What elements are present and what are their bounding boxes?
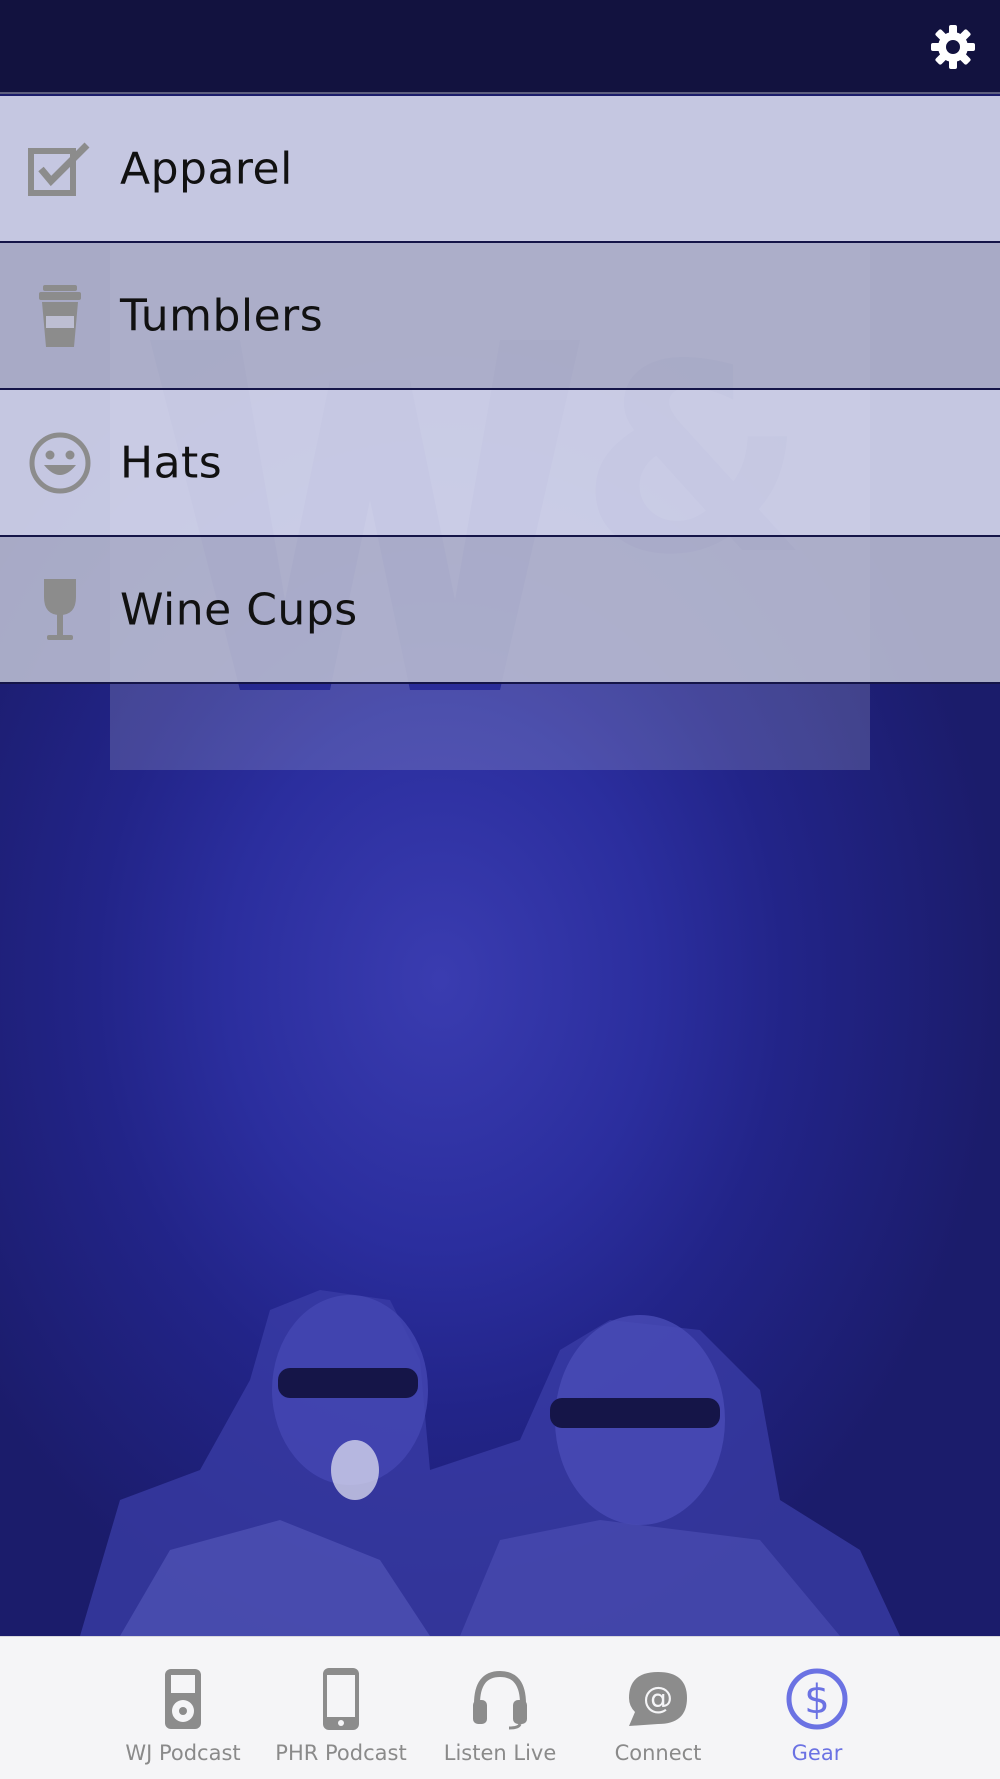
svg-text:$: $	[804, 1677, 829, 1723]
coffee-cup-icon	[24, 280, 96, 352]
wine-glass-icon	[24, 574, 96, 646]
headphones-icon	[464, 1665, 536, 1733]
tab-label: Connect	[614, 1741, 702, 1765]
tab-label: WJ Podcast	[125, 1741, 241, 1765]
hosts-photo	[80, 1290, 900, 1636]
at-sign-icon: @	[622, 1665, 694, 1733]
menu-item-label: Wine Cups	[120, 584, 358, 635]
checkbox-icon	[24, 133, 96, 205]
menu-item-label: Apparel	[120, 143, 293, 194]
tab-phr-podcast[interactable]: PHR Podcast	[266, 1637, 416, 1779]
menu-item-wine-cups[interactable]: Wine Cups	[0, 537, 1000, 684]
category-list: Apparel Tumblers Hats Wine Cups	[0, 96, 1000, 684]
top-bar	[0, 0, 1000, 94]
bottom-tab-bar: WJ Podcast PHR Podcast Listen Live @ Con…	[0, 1636, 1000, 1779]
tab-wj-podcast[interactable]: WJ Podcast	[108, 1637, 258, 1779]
smiley-face-icon	[24, 427, 96, 499]
tab-label: Listen Live	[443, 1741, 557, 1765]
tab-connect[interactable]: @ Connect	[583, 1637, 733, 1779]
tab-label: PHR Podcast	[275, 1741, 407, 1765]
ipod-icon	[147, 1665, 219, 1733]
gear-icon	[931, 25, 975, 69]
tab-listen-live[interactable]: Listen Live	[425, 1637, 575, 1779]
svg-text:@: @	[643, 1681, 673, 1716]
menu-item-label: Tumblers	[120, 290, 324, 341]
settings-button[interactable]	[928, 22, 978, 72]
phone-icon	[305, 1665, 377, 1733]
tab-gear[interactable]: $ Gear	[742, 1637, 892, 1779]
menu-item-tumblers[interactable]: Tumblers	[0, 243, 1000, 390]
dollar-icon: $	[781, 1665, 853, 1733]
menu-item-apparel[interactable]: Apparel	[0, 96, 1000, 243]
tab-label: Gear	[791, 1741, 843, 1765]
menu-item-hats[interactable]: Hats	[0, 390, 1000, 537]
menu-item-label: Hats	[120, 437, 223, 488]
